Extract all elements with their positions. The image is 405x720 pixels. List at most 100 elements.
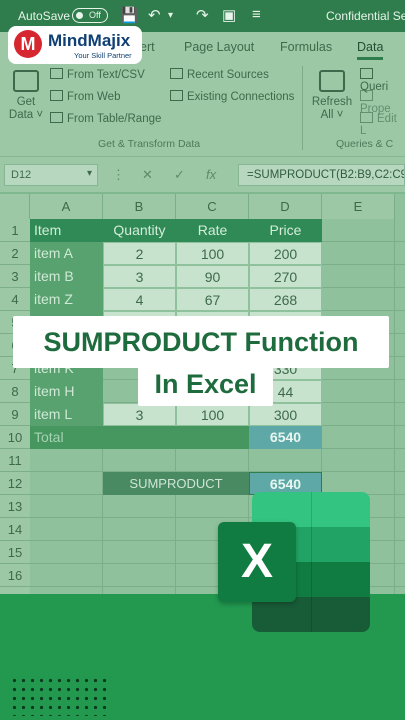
save-icon[interactable]: 💾	[120, 6, 139, 24]
from-web-button[interactable]: From Web	[50, 90, 120, 103]
get-data-label-2: Data ˅	[8, 109, 44, 121]
from-text-csv-label: From Text/CSV	[67, 69, 145, 81]
row-header[interactable]: 15	[0, 541, 30, 564]
column-header-d[interactable]: D	[249, 194, 322, 219]
table-cell-item[interactable]: item H	[30, 380, 103, 403]
header-rate[interactable]: Rate	[176, 219, 249, 242]
tab-formulas[interactable]: Formulas	[280, 40, 332, 54]
table-cell-rate[interactable]: 90	[176, 265, 249, 288]
table-cell-rate[interactable]: 100	[176, 403, 249, 426]
title-line-2: In Excel	[138, 362, 273, 406]
more-options-icon: ⋮	[112, 167, 125, 182]
quick-access-menu-icon[interactable]: ≡	[252, 6, 261, 23]
get-data-button[interactable]: Get Data ˅	[6, 70, 46, 122]
get-transform-group-label: Get & Transform Data	[98, 138, 201, 150]
column-header-b[interactable]: B	[103, 194, 176, 219]
header-item[interactable]: Item	[30, 219, 103, 242]
brand-tagline: Your Skill Partner	[74, 51, 132, 60]
document-title: Confidential Sep	[326, 9, 405, 23]
refresh-label-1: Refresh	[311, 96, 353, 108]
total-empty-cells[interactable]	[103, 426, 249, 449]
undo-icon[interactable]: ↶	[148, 6, 161, 24]
formula-bar: D12 ⋮ ✕ ✓ fx =SUMPRODUCT(B2:B9,C2:C9)	[0, 156, 405, 192]
row-header[interactable]: 16	[0, 564, 30, 587]
insert-function-icon[interactable]: fx	[206, 167, 216, 182]
table-cell-item[interactable]: item B	[30, 265, 103, 288]
table-icon	[50, 112, 63, 123]
table-cell-quantity[interactable]: 4	[103, 288, 176, 311]
row-header[interactable]: 11	[0, 449, 30, 472]
undo-dropdown-icon[interactable]: ▾	[168, 10, 173, 21]
from-table-range-label: From Table/Range	[67, 113, 162, 125]
column-header-a[interactable]: A	[30, 194, 103, 219]
edit-links-button[interactable]: Edit L	[360, 112, 405, 137]
table-cell-item[interactable]: item L	[30, 403, 103, 426]
total-label-cell[interactable]: Total	[30, 426, 103, 449]
row-header[interactable]: 9	[0, 403, 30, 426]
queries-icon	[360, 68, 373, 79]
grid-column-line	[394, 219, 395, 594]
select-all-corner[interactable]	[0, 194, 30, 219]
table-cell-price[interactable]: 270	[249, 265, 322, 288]
connections-icon	[170, 90, 183, 101]
row-header[interactable]: 12	[0, 472, 30, 495]
name-box[interactable]: D12	[4, 164, 98, 186]
web-icon	[50, 90, 63, 101]
header-price[interactable]: Price	[249, 219, 322, 242]
row-header[interactable]: 10	[0, 426, 30, 449]
row-header[interactable]: 3	[0, 265, 30, 288]
refresh-all-button[interactable]: Refresh All ˅	[310, 70, 354, 122]
existing-connections-label: Existing Connections	[187, 91, 295, 103]
autosave-label: AutoSave	[18, 9, 71, 23]
recent-sources-label: Recent Sources	[187, 69, 269, 81]
from-web-label: From Web	[67, 91, 121, 103]
table-cell-price[interactable]: 268	[249, 288, 322, 311]
existing-connections-button[interactable]: Existing Connections	[170, 90, 294, 103]
refresh-label-2: All ˅	[320, 109, 344, 121]
row-header[interactable]: 8	[0, 380, 30, 403]
table-cell-item[interactable]: item Z	[30, 288, 103, 311]
row-header[interactable]: 1	[0, 219, 30, 242]
table-cell-quantity[interactable]: 3	[103, 403, 176, 426]
tab-data[interactable]: Data	[357, 40, 384, 60]
row-header[interactable]: 14	[0, 518, 30, 541]
table-cell-rate[interactable]: 100	[176, 242, 249, 265]
row-header[interactable]: 2	[0, 242, 30, 265]
table-cell-price[interactable]: 200	[249, 242, 322, 265]
column-header-c[interactable]: C	[176, 194, 249, 219]
edit-links-icon	[360, 112, 373, 123]
text-file-icon	[50, 68, 63, 79]
title-line-1: SUMPRODUCT Function	[13, 316, 389, 368]
table-cell-item[interactable]: item A	[30, 242, 103, 265]
total-value-cell[interactable]: 6540	[249, 426, 322, 449]
column-header-e[interactable]: E	[322, 194, 395, 219]
clipboard-icon[interactable]: ▣	[222, 6, 236, 24]
header-quantity[interactable]: Quantity	[103, 219, 176, 242]
redo-icon[interactable]: ↷	[196, 6, 209, 24]
properties-icon	[360, 90, 373, 101]
dot-pattern	[10, 676, 110, 716]
autosave-toggle[interactable]: Off	[72, 8, 108, 23]
row-header[interactable]: 13	[0, 495, 30, 518]
queries-group-label: Queries & C	[336, 138, 394, 150]
enter-icon[interactable]: ✓	[174, 167, 185, 183]
formula-input[interactable]: =SUMPRODUCT(B2:B9,C2:C9)	[238, 164, 405, 186]
database-icon	[13, 70, 39, 92]
ribbon-separator	[302, 66, 303, 150]
excel-logo-icon: X	[218, 522, 296, 602]
table-cell-price[interactable]: 300	[249, 403, 322, 426]
row-header[interactable]: 4	[0, 288, 30, 311]
table-cell-quantity[interactable]: 3	[103, 265, 176, 288]
from-table-range-button[interactable]: From Table/Range	[50, 112, 161, 125]
sumproduct-label-cell[interactable]: SUMPRODUCT	[103, 472, 249, 495]
table-cell-rate[interactable]: 67	[176, 288, 249, 311]
recent-sources-button[interactable]: Recent Sources	[170, 68, 269, 81]
tab-insert[interactable]: ert	[140, 40, 155, 54]
cancel-icon[interactable]: ✕	[142, 167, 153, 183]
brand-name: MindMajix	[48, 31, 131, 50]
tab-page-layout[interactable]: Page Layout	[184, 40, 254, 54]
from-text-csv-button[interactable]: From Text/CSV	[50, 68, 145, 81]
mindmajix-logo-icon: M	[14, 30, 42, 58]
table-cell-quantity[interactable]: 2	[103, 242, 176, 265]
refresh-icon	[319, 70, 345, 92]
